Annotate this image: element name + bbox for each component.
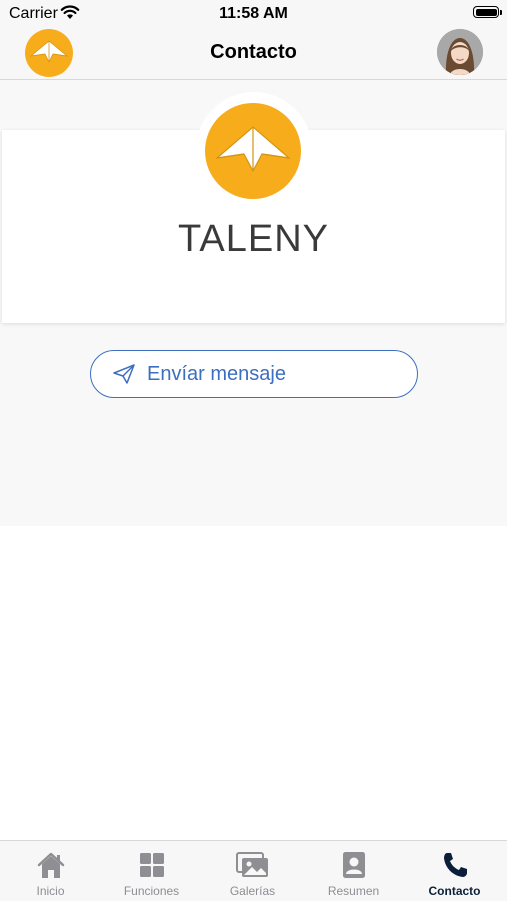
battery-tip <box>500 10 502 15</box>
send-message-button[interactable]: Envíar mensaje <box>90 350 418 398</box>
tab-galerias[interactable]: Galerías <box>202 841 303 901</box>
tab-contacto[interactable]: Contacto <box>404 841 505 901</box>
tab-funciones[interactable]: Funciones <box>101 841 202 901</box>
tab-label: Resumen <box>327 884 380 898</box>
paper-plane-icon <box>113 364 135 384</box>
phone-icon <box>444 853 467 877</box>
tab-inicio[interactable]: Inicio <box>0 841 101 901</box>
tab-bar: Inicio Funciones Galerías Resumen Contac… <box>0 840 507 901</box>
avatar-portrait-icon <box>437 29 483 75</box>
navigation-bar: Contacto <box>0 28 507 80</box>
page-title: Contacto <box>210 41 297 63</box>
battery-icon <box>473 6 499 18</box>
user-avatar[interactable] <box>437 29 483 75</box>
tab-resumen[interactable]: Resumen <box>303 841 404 901</box>
tab-label: Contacto <box>428 884 481 898</box>
tab-label: Funciones <box>123 884 180 898</box>
tab-label: Inicio <box>36 884 65 898</box>
company-logo <box>205 103 301 199</box>
status-time: 11:58 AM <box>219 5 288 22</box>
contact-card-icon <box>343 852 365 878</box>
gallery-icon <box>236 852 268 877</box>
company-name: TALENY <box>177 218 329 260</box>
tab-label: Galerías <box>229 884 276 898</box>
paper-plane-logo-icon <box>215 126 291 173</box>
status-bar: Carrier 11:58 AM <box>0 0 507 28</box>
grid-icon <box>140 853 164 877</box>
send-message-label: Envíar mensaje <box>147 363 286 385</box>
home-icon <box>37 852 65 878</box>
